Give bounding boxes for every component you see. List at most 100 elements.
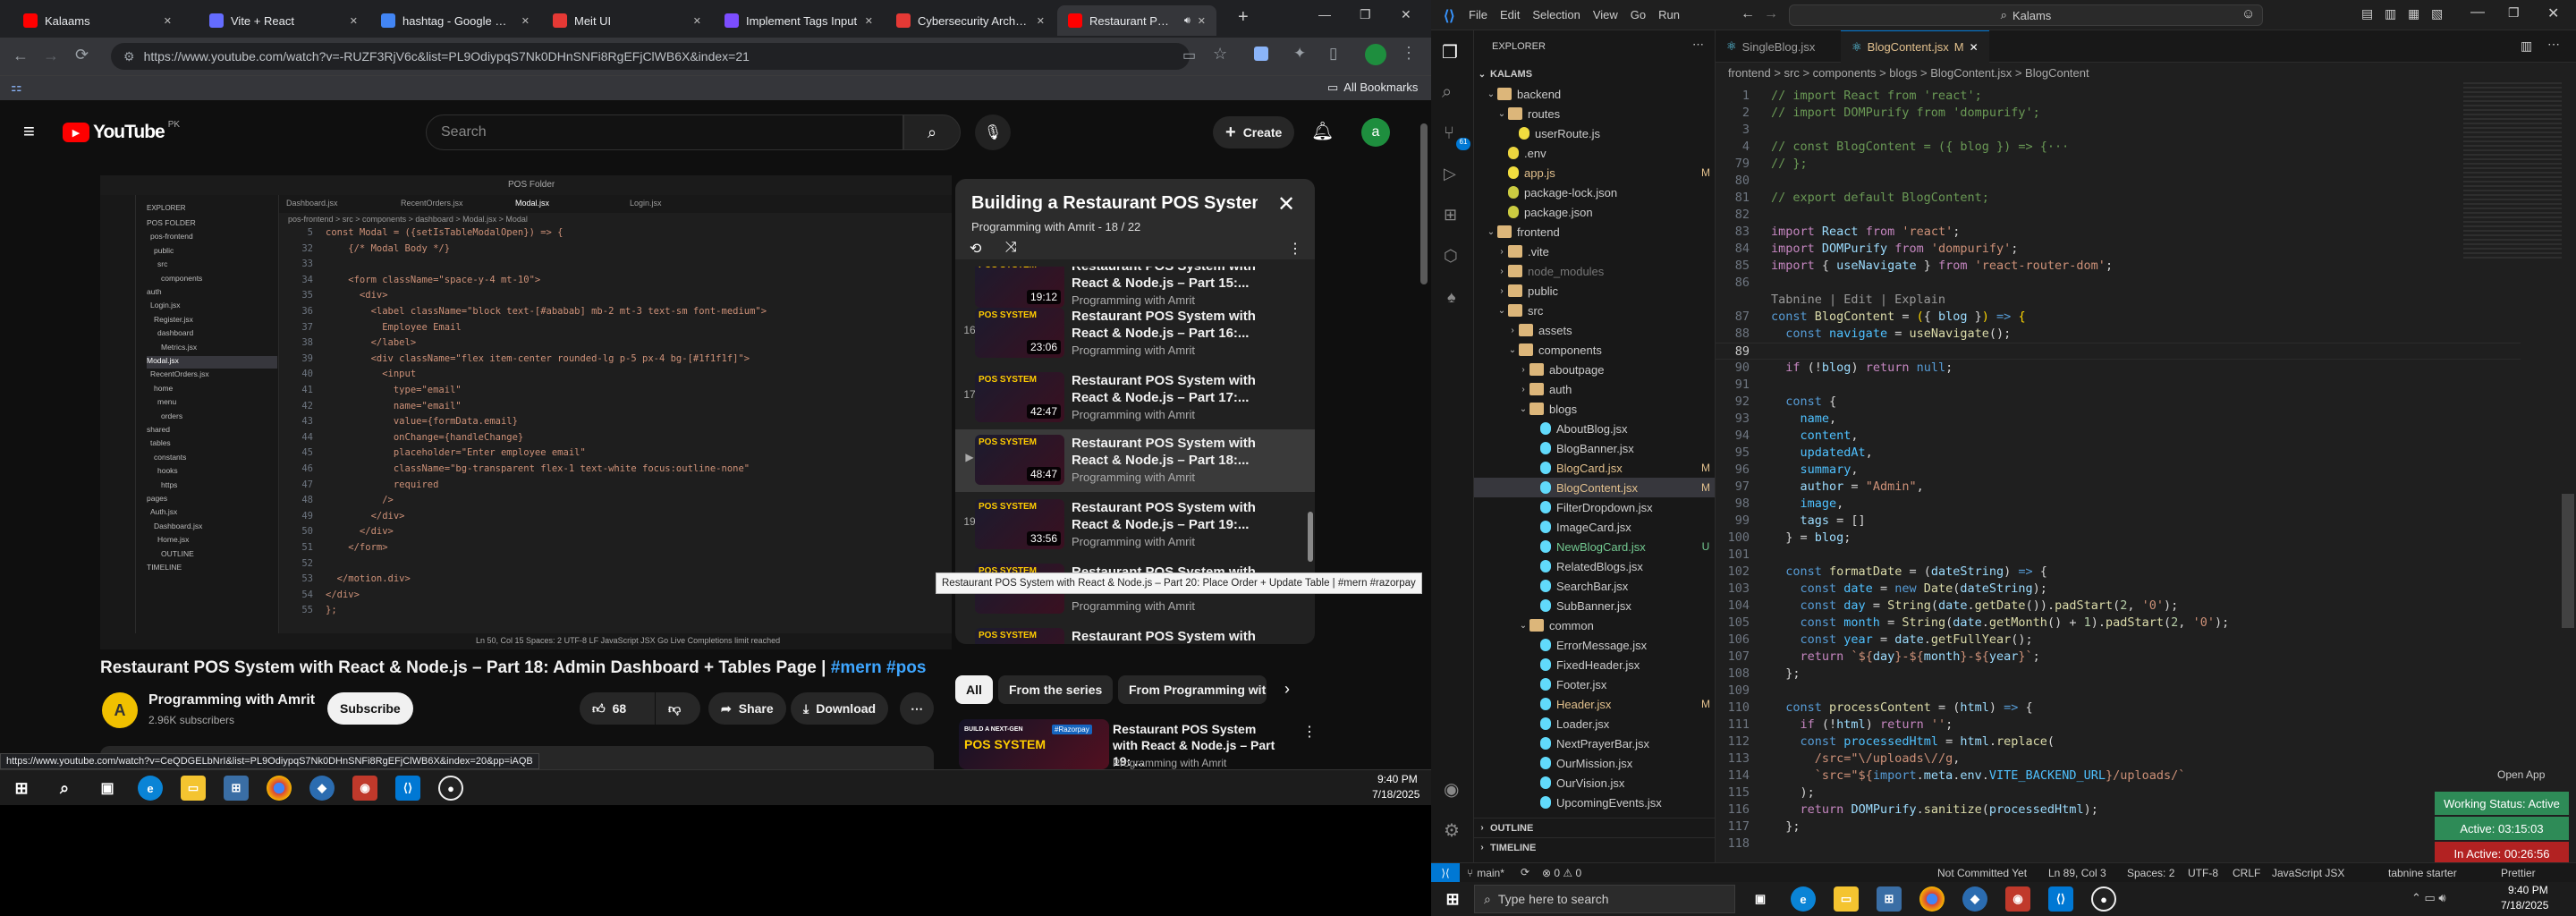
- minimize-icon[interactable]: —: [2470, 4, 2485, 21]
- taskbar-search-box[interactable]: ⌕ Type here to search: [1474, 885, 1735, 913]
- tree-file[interactable]: OurVision.jsx: [1474, 773, 1715, 793]
- encoding[interactable]: UTF-8: [2188, 867, 2218, 879]
- edge-icon[interactable]: e: [1791, 886, 1816, 912]
- workspace-root[interactable]: ⌄ KALAMS: [1474, 64, 1715, 84]
- tree-folder[interactable]: › node_modules: [1474, 261, 1715, 281]
- playlist-item[interactable]: ▶ POS SYSTEM 48:47 Restaurant POS System wi…: [955, 429, 1315, 492]
- app-icon[interactable]: ◆: [1962, 886, 1987, 912]
- channel-name[interactable]: Programming with Amrit: [148, 692, 315, 708]
- close-icon[interactable]: ✕: [1277, 191, 1295, 217]
- minimize-icon[interactable]: —: [1318, 7, 1331, 21]
- tree-folder[interactable]: ⌄ common: [1474, 615, 1715, 635]
- maximize-icon[interactable]: ❐: [1360, 7, 1371, 22]
- chrome-menu-icon[interactable]: ⋮: [1401, 44, 1417, 63]
- loop-icon[interactable]: ⟲: [970, 240, 981, 258]
- tree-folder[interactable]: ⌄ src: [1474, 301, 1715, 320]
- editor-tab[interactable]: ⚛ BlogContent.jsx M ✕: [1841, 30, 1989, 63]
- tree-file[interactable]: FilterDropdown.jsx: [1474, 497, 1715, 517]
- outline-section[interactable]: › OUTLINE: [1474, 818, 1715, 837]
- tree-file[interactable]: userRoute.js: [1474, 123, 1715, 143]
- chrome-icon[interactable]: [267, 776, 292, 801]
- browser-tab[interactable]: Implement Tags Input ✕: [714, 5, 884, 36]
- browser-tab[interactable]: hashtag - Google Sear ✕: [370, 5, 540, 36]
- not-committed[interactable]: Not Committed Yet: [1937, 867, 2027, 879]
- explorer-icon[interactable]: ❐: [1442, 41, 1458, 64]
- playlist-title[interactable]: Building a Restaurant POS System w...: [971, 193, 1258, 214]
- layout-panel-icon[interactable]: ▥: [2385, 6, 2396, 21]
- tree-folder[interactable]: › public: [1474, 281, 1715, 301]
- tab-close-icon[interactable]: ✕: [350, 15, 358, 27]
- browser-tab[interactable]: Restaurant POS Sy 🔊︎ ✕: [1057, 5, 1216, 36]
- run-debug-icon[interactable]: ▷: [1444, 165, 1456, 183]
- editor-scrollbar[interactable]: [2562, 494, 2574, 628]
- playlist-scrollbar[interactable]: [1308, 512, 1313, 562]
- editor-breadcrumb[interactable]: frontend > src > components > blogs > Bl…: [1716, 63, 2576, 82]
- create-button[interactable]: + Create: [1213, 116, 1295, 148]
- search-icon[interactable]: ⌕: [1442, 82, 1452, 103]
- bookmark-star-icon[interactable]: ☆: [1213, 45, 1227, 64]
- store-icon[interactable]: ⊞: [1877, 886, 1902, 912]
- layout-sidebar-icon[interactable]: ▤: [2361, 6, 2373, 21]
- explorer-more-icon[interactable]: ⋯: [1692, 38, 1704, 52]
- tree-file[interactable]: AboutBlog.jsx: [1474, 419, 1715, 438]
- language-mode[interactable]: JavaScript JSX: [2272, 867, 2344, 879]
- layout-customize-icon[interactable]: ▧: [2431, 6, 2443, 21]
- chip-from-series[interactable]: From the series: [998, 675, 1114, 704]
- back-icon[interactable]: ←: [13, 47, 29, 65]
- subscribe-button[interactable]: Subscribe: [327, 692, 413, 725]
- tree-file[interactable]: BlogCard.jsx M: [1474, 458, 1715, 478]
- tree-folder[interactable]: ⌄ routes: [1474, 104, 1715, 123]
- new-tab-icon[interactable]: +: [1238, 7, 1249, 28]
- chrome-alt-icon[interactable]: ◉: [2005, 886, 2030, 912]
- sidepanel-icon[interactable]: ▯: [1329, 45, 1337, 63]
- tab-close-icon[interactable]: ✕: [521, 15, 530, 27]
- tab-close-icon[interactable]: ✕: [865, 15, 873, 27]
- more-actions-button[interactable]: ⋯: [900, 692, 934, 725]
- tabnine-status[interactable]: tabnine starter: [2388, 867, 2457, 879]
- tree-file[interactable]: NewBlogCard.jsx U: [1474, 537, 1715, 556]
- tree-folder[interactable]: ⌄ frontend: [1474, 222, 1715, 242]
- problems-indicator[interactable]: ⊗ 0 ⚠ 0: [1542, 867, 1581, 879]
- reload-icon[interactable]: ⟳: [75, 46, 89, 64]
- task-view-icon[interactable]: ▣: [1748, 886, 1773, 912]
- editor-tab[interactable]: ⚛ SingleBlog.jsx: [1716, 30, 1826, 63]
- all-bookmarks[interactable]: ▭ All Bookmarks: [1327, 81, 1418, 95]
- taskbar-search-icon[interactable]: ⌕: [52, 776, 77, 801]
- playlist-item[interactable]: 16 POS SYSTEM 23:06 Restaurant POS System w…: [955, 302, 1315, 365]
- tree-file[interactable]: RelatedBlogs.jsx: [1474, 556, 1715, 576]
- tab-close-icon[interactable]: ✕: [1198, 15, 1206, 27]
- extension-icon[interactable]: [1254, 47, 1268, 61]
- hamburger-menu-icon[interactable]: ≡: [23, 120, 35, 143]
- puzzle-icon[interactable]: ✦: [1293, 45, 1306, 63]
- voice-search-button[interactable]: 🎙: [975, 114, 1011, 150]
- mongodb-icon[interactable]: ♠: [1447, 288, 1456, 307]
- page-scrollbar[interactable]: [1420, 123, 1428, 284]
- browser-tab[interactable]: Meit UI ✕: [542, 5, 712, 36]
- vscode-taskbar-icon[interactable]: ⟨⟩: [395, 776, 420, 801]
- recommended-menu-icon[interactable]: ⋮: [1302, 723, 1317, 741]
- edge-icon[interactable]: e: [138, 776, 163, 801]
- extensions-icon[interactable]: ⊞: [1444, 206, 1457, 225]
- account-avatar[interactable]: a: [1361, 118, 1390, 147]
- minimap[interactable]: [2463, 82, 2562, 261]
- video-player[interactable]: POS Folder EXPLORER POS FOLDER pos-fronten…: [100, 175, 952, 649]
- playlist-item[interactable]: 19 POS SYSTEM 33:56 Restaurant POS System w…: [955, 494, 1315, 556]
- video-title-hashtags[interactable]: #mern #pos: [831, 658, 927, 677]
- browser-tab[interactable]: Kalaams ✕: [13, 5, 182, 36]
- menu-file[interactable]: File: [1469, 8, 1487, 21]
- like-button[interactable]: 👍︎ 68: [580, 692, 655, 725]
- tree-file[interactable]: Header.jsx M: [1474, 694, 1715, 714]
- timeline-section[interactable]: › TIMELINE: [1474, 837, 1715, 857]
- chrome-alt-icon[interactable]: ◉: [352, 776, 377, 801]
- accounts-icon[interactable]: ◉: [1444, 778, 1459, 801]
- nav-forward-icon[interactable]: →: [1764, 6, 1778, 22]
- tree-file[interactable]: Footer.jsx: [1474, 674, 1715, 694]
- tree-file[interactable]: FixedHeader.jsx: [1474, 655, 1715, 674]
- tree-folder[interactable]: › .vite: [1474, 242, 1715, 261]
- store-icon[interactable]: ⊞: [224, 776, 249, 801]
- tree-folder[interactable]: › auth: [1474, 379, 1715, 399]
- remote-explorer-icon[interactable]: ⬡: [1444, 247, 1458, 266]
- obs-icon[interactable]: ●: [438, 776, 463, 801]
- download-button[interactable]: ⤓ Download: [791, 692, 889, 725]
- nav-back-icon[interactable]: ←: [1741, 6, 1755, 22]
